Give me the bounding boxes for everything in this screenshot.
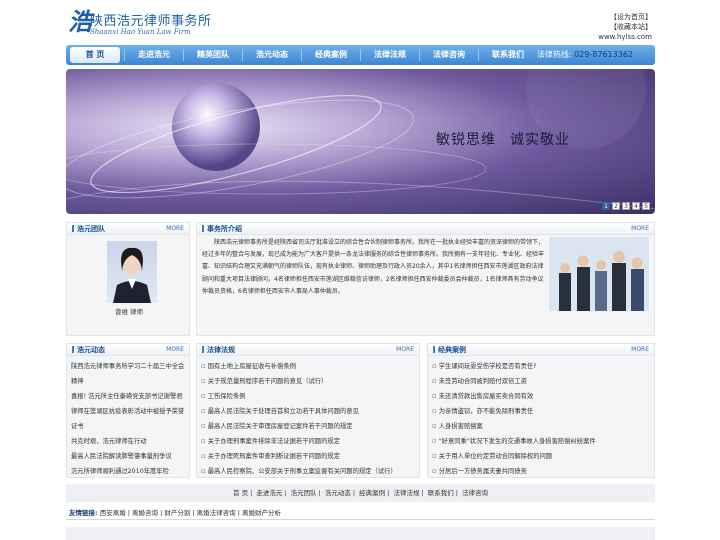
- news-item[interactable]: 最高人民法院解读肺警肇事量刑争议: [71, 449, 185, 464]
- cases-panel: 经典案例 MORE 学生课间玩耍受伤学校是否有责任? 未签劳动合同被判赔付双倍工…: [427, 343, 655, 478]
- banner-pager: 1 2 3 4 5: [602, 202, 650, 210]
- site-url: www.hylss.com: [598, 33, 652, 41]
- hotline: 法律热线: 029-87613362: [537, 45, 633, 65]
- laws-panel-title: 法律法规: [202, 344, 235, 355]
- law-item[interactable]: 工伤保险条例: [201, 389, 415, 404]
- banner-page-3[interactable]: 3: [622, 202, 630, 210]
- intro-more-link[interactable]: MORE: [631, 223, 649, 234]
- nav-item-laws[interactable]: 法律法规: [361, 45, 419, 65]
- case-item[interactable]: "好意同乘"状况下发生的交通事故人身损害赔偿纠纷案件: [432, 434, 650, 449]
- hero-banner[interactable]: 敏锐思维 诚实敬业 1 2 3 4 5: [66, 69, 655, 214]
- law-item[interactable]: 最高人民法院关于处理自首和立功若干具体问题的意见: [201, 404, 415, 419]
- set-homepage-link[interactable]: 【设为首页】: [598, 12, 652, 22]
- banner-page-1[interactable]: 1: [602, 202, 610, 210]
- case-item[interactable]: 人身损害赔偿案: [432, 419, 650, 434]
- news-panel-title: 浩元动态: [72, 344, 105, 355]
- nav-item-contact[interactable]: 联系我们: [479, 45, 537, 65]
- lawyer-portrait: [113, 247, 151, 303]
- lawyer-photo[interactable]: [107, 241, 157, 303]
- nav-item-consult[interactable]: 法律咨询: [420, 45, 478, 65]
- lawyer-caption: 曾维 律师: [114, 308, 144, 316]
- footer-link-cases[interactable]: 经典案例: [359, 489, 385, 497]
- law-item[interactable]: 最高人民检察院、公安部关于刑事立案监督有关问题的规定（试行）: [201, 464, 415, 479]
- footer-link-consult[interactable]: 法律咨询: [462, 489, 488, 497]
- footer-link-team[interactable]: 浩元团队: [291, 489, 317, 497]
- law-item[interactable]: 最高人民法院关于审理房屋登记案件若干问题的规定: [201, 419, 415, 434]
- bookmark-link[interactable]: 【收藏本站】: [598, 22, 652, 32]
- friend-links: 友情链接: 西安离婚 | 离婚咨询 | 财产分割 | 离婚法律咨询 | 离婚财产…: [66, 506, 655, 520]
- law-item[interactable]: 关于办理死刑案件审查判断证据若干问题的规定: [201, 449, 415, 464]
- case-item[interactable]: 关于用人单位约定劳动合同解除权的问题: [432, 449, 650, 464]
- laws-list: 国有土地上房屋征收与补偿条例 关于规范量刑程序若干问题的意见（试行） 工伤保险条…: [201, 359, 415, 479]
- news-more-link[interactable]: MORE: [166, 344, 184, 355]
- laws-more-link[interactable]: MORE: [396, 344, 414, 355]
- footer-link-contact[interactable]: 联系我们: [428, 489, 454, 497]
- footer-link-about[interactable]: 走进浩元: [256, 489, 282, 497]
- news-panel: 浩元动态 MORE 陕西浩元律师事务所学习二十届三中全会精神 喜报! 浩元所主任…: [66, 343, 190, 478]
- news-list: 陕西浩元律师事务所学习二十届三中全会精神 喜报! 浩元所主任秦瑛党支部书记谢警君…: [71, 359, 185, 479]
- hotline-number: 029-87613362: [574, 50, 633, 59]
- slogan-part-2: 诚实敬业: [510, 132, 570, 148]
- nav-item-team[interactable]: 精英团队: [184, 45, 242, 65]
- cases-more-link[interactable]: MORE: [631, 344, 649, 355]
- main-nav: 首 页 走进浩元 精英团队 浩元动态 经典案例 法律法规 法律咨询 联系我们 法…: [66, 45, 655, 65]
- intro-panel-header: 事务所介绍 MORE: [197, 223, 654, 235]
- law-item[interactable]: 关于办理刑事案件排除非法证据若干问题的规定: [201, 434, 415, 449]
- law-item[interactable]: 国有土地上房屋征收与补偿条例: [201, 359, 415, 374]
- cases-panel-title: 经典案例: [433, 344, 466, 355]
- hotline-label: 法律热线:: [536, 50, 572, 59]
- friend-link[interactable]: 离婚法律咨询: [197, 509, 236, 517]
- logo-english: Shaanxi Hao Yuan Law Firm: [90, 28, 191, 36]
- intro-text: 陕西浩元律师事务所是经陕西省司法厅批准设立的综合性合伙制律师事务所。我所在一批执…: [202, 239, 545, 295]
- friend-link[interactable]: 离婚咨询: [132, 509, 158, 517]
- site-logo[interactable]: 浩 陕西浩元律师事务所 Shaanxi Hao Yuan Law Firm: [68, 8, 218, 42]
- footer-nav: 首 页 | 走进浩元 | 浩元团队 | 浩元动态 | 经典案例 | 法律法规 | 联系我们 |…: [66, 484, 655, 502]
- news-item[interactable]: 浩元所律师顺利通过2010年度年检: [71, 464, 185, 479]
- team-more-link[interactable]: MORE: [166, 223, 184, 234]
- intro-panel-title: 事务所介绍: [202, 223, 242, 234]
- banner-page-4[interactable]: 4: [632, 202, 640, 210]
- cases-list: 学生课间玩耍受伤学校是否有责任? 未签劳动合同被判赔付双倍工资 未还清贷款出售房…: [432, 359, 650, 479]
- nav-item-cases[interactable]: 经典案例: [302, 45, 360, 65]
- banner-page-5[interactable]: 5: [642, 202, 650, 210]
- team-panel-header: 浩元团队 MORE: [67, 223, 189, 235]
- case-item[interactable]: 未签劳动合同被判赔付双倍工资: [432, 374, 650, 389]
- case-item[interactable]: 分居后一方债务属夫妻共同债务: [432, 464, 650, 479]
- law-item[interactable]: 关于规范量刑程序若干问题的意见（试行）: [201, 374, 415, 389]
- laws-panel: 法律法规 MORE 国有土地上房屋征收与补偿条例 关于规范量刑程序若干问题的意见…: [196, 343, 420, 478]
- friend-link[interactable]: 财产分割: [164, 509, 190, 517]
- top-links: 【设为首页】 【收藏本站】 www.hylss.com: [598, 12, 652, 42]
- laws-panel-header: 法律法规 MORE: [197, 344, 419, 356]
- case-item[interactable]: 为亲情盗窃，亦不能免除刑事责任: [432, 404, 650, 419]
- footer-link-home[interactable]: 首 页: [233, 489, 248, 497]
- logo-mark: 浩: [68, 7, 92, 36]
- intro-panel: 事务所介绍 MORE 陕西浩元律师事务所是经陕西省司法厅批准设立的综合性合伙制律…: [196, 222, 655, 336]
- team-panel-title: 浩元团队: [72, 223, 105, 234]
- copyright-bar: [66, 527, 655, 540]
- news-panel-header: 浩元动态 MORE: [67, 344, 189, 356]
- team-group-image: [549, 237, 649, 311]
- friend-link[interactable]: 西安离婚: [100, 509, 126, 517]
- team-photo[interactable]: [549, 237, 649, 311]
- news-item[interactable]: 喜报! 浩元所主任秦瑛党支部书记谢警君律师在莲湖区抗疫表彰活动中被授予荣誉证书: [71, 389, 185, 434]
- banner-page-2[interactable]: 2: [612, 202, 620, 210]
- nav-item-news[interactable]: 浩元动态: [243, 45, 301, 65]
- news-item[interactable]: 共克时艰，浩元律师在行动: [71, 434, 185, 449]
- case-item[interactable]: 未还清贷款出售房屋买卖合同有效: [432, 389, 650, 404]
- logo-name: 陕西浩元律师事务所: [90, 14, 212, 29]
- news-item[interactable]: 陕西浩元律师事务所学习二十届三中全会精神: [71, 359, 185, 389]
- nav-item-about[interactable]: 走进浩元: [125, 45, 183, 65]
- footer-link-news[interactable]: 浩元动态: [325, 489, 351, 497]
- friend-link[interactable]: 离婚财产分析: [242, 509, 281, 517]
- case-item[interactable]: 学生课间玩耍受伤学校是否有责任?: [432, 359, 650, 374]
- friend-links-label: 友情链接:: [69, 509, 98, 517]
- team-panel: 浩元团队 MORE 曾维 律师: [66, 222, 190, 336]
- cases-panel-header: 经典案例 MORE: [428, 344, 654, 356]
- nav-item-home[interactable]: 首 页: [70, 47, 120, 63]
- banner-slogan: 敏锐思维 诚实敬业: [436, 129, 584, 149]
- footer-link-laws[interactable]: 法律法规: [393, 489, 419, 497]
- slogan-part-1: 敏锐思维: [436, 132, 496, 148]
